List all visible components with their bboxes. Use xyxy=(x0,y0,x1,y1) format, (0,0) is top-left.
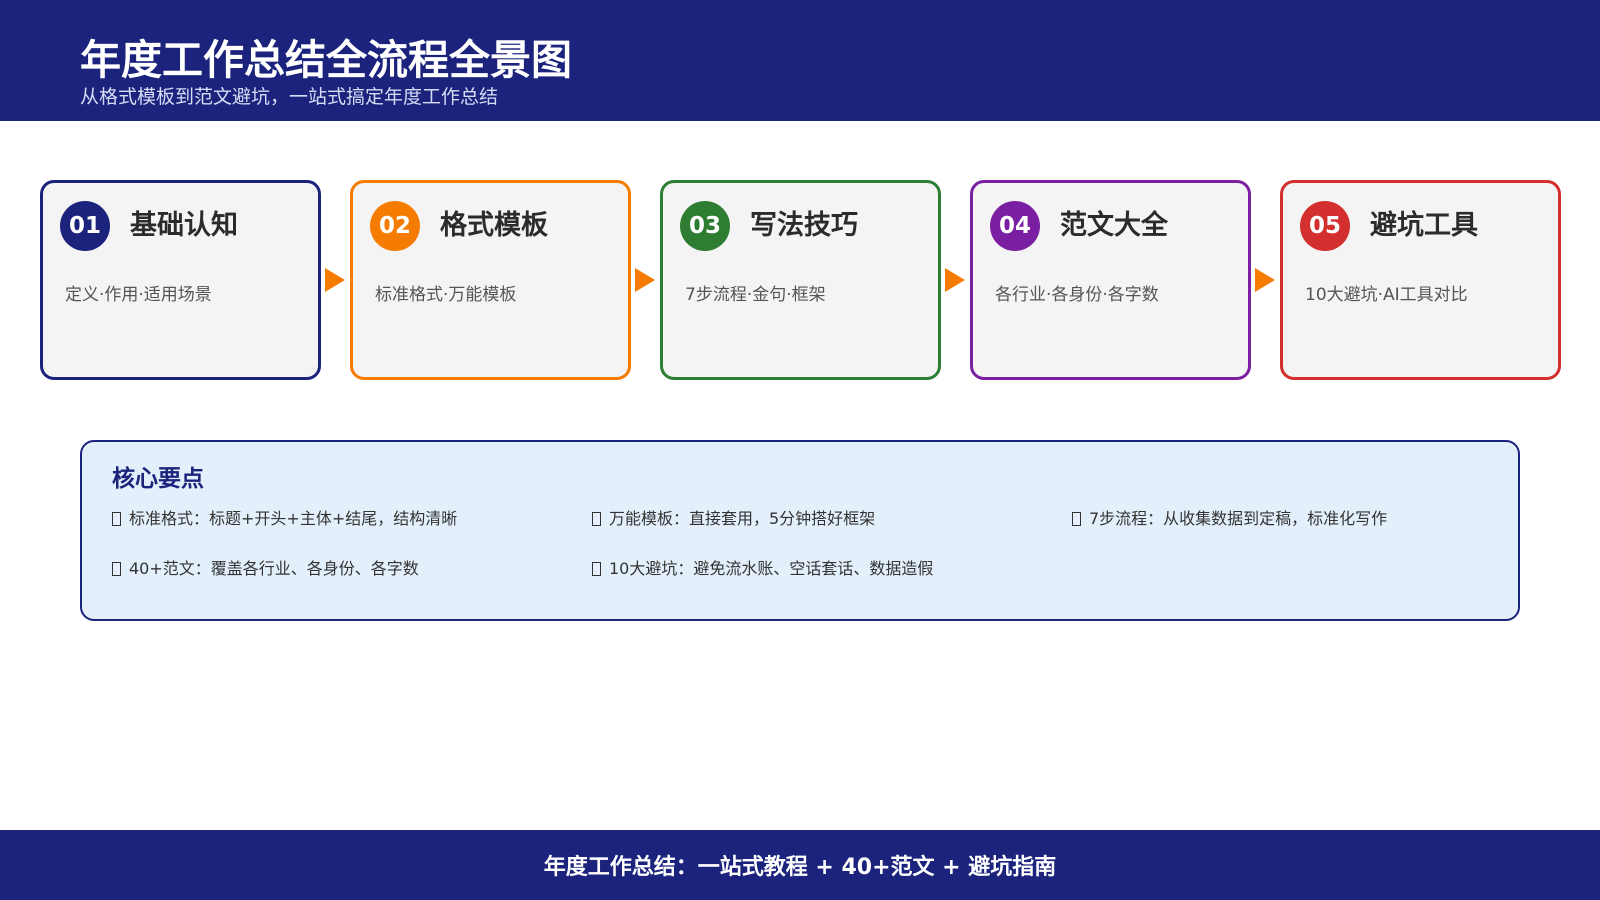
key-point-item: 10大避坑：避免流水账、空话套话、数据造假 xyxy=(592,558,933,580)
step-title: 范文大全 xyxy=(1060,210,1168,241)
step-card-4: 04 范文大全 各行业·各身份·各字数 xyxy=(970,180,1251,380)
step-description: 定义·作用·适用场景 xyxy=(65,285,212,305)
step-card-5: 05 避坑工具 10大避坑·AI工具对比 xyxy=(1280,180,1561,380)
footer-text: 年度工作总结：一站式教程 + 40+范文 + 避坑指南 xyxy=(543,855,1057,880)
footer-banner: 年度工作总结：一站式教程 + 40+范文 + 避坑指南 xyxy=(0,830,1600,900)
step-card-3: 03 写法技巧 7步流程·金句·框架 xyxy=(660,180,941,380)
step-title: 避坑工具 xyxy=(1370,210,1478,241)
step-title: 基础认知 xyxy=(130,210,238,241)
key-point-text: 40+范文：覆盖各行业、各身份、各字数 xyxy=(129,559,419,578)
step-title: 格式模板 xyxy=(440,210,548,241)
step-description: 7步流程·金句·框架 xyxy=(685,285,826,305)
step-description: 10大避坑·AI工具对比 xyxy=(1305,285,1468,305)
key-point-text: 标准格式：标题+开头+主体+结尾，结构清晰 xyxy=(129,509,458,528)
step-description: 各行业·各身份·各字数 xyxy=(995,285,1159,305)
key-point-item: 万能模板：直接套用，5分钟搭好框架 xyxy=(592,508,875,530)
checkbox-glyph-icon xyxy=(592,562,601,576)
arrow-right-icon xyxy=(945,268,965,292)
step-number-badge: 01 xyxy=(60,201,110,251)
key-points-panel: 核心要点 标准格式：标题+开头+主体+结尾，结构清晰 万能模板：直接套用，5分钟… xyxy=(80,440,1520,621)
step-number-badge: 05 xyxy=(1300,201,1350,251)
key-point-text: 万能模板：直接套用，5分钟搭好框架 xyxy=(609,509,876,528)
key-point-text: 10大避坑：避免流水账、空话套话、数据造假 xyxy=(609,559,934,578)
key-point-text: 7步流程：从收集数据到定稿，标准化写作 xyxy=(1089,509,1388,528)
page-title: 年度工作总结全流程全景图 xyxy=(80,36,572,84)
step-description: 标准格式·万能模板 xyxy=(375,285,517,305)
page: 年度工作总结全流程全景图 从格式模板到范文避坑，一站式搞定年度工作总结 01 基… xyxy=(0,0,1600,900)
checkbox-glyph-icon xyxy=(112,512,121,526)
step-flow: 01 基础认知 定义·作用·适用场景 02 格式模板 标准格式·万能模板 03 … xyxy=(40,180,1561,382)
step-card-2: 02 格式模板 标准格式·万能模板 xyxy=(350,180,631,380)
step-title: 写法技巧 xyxy=(750,210,858,241)
key-point-item: 40+范文：覆盖各行业、各身份、各字数 xyxy=(112,558,419,580)
step-card-1: 01 基础认知 定义·作用·适用场景 xyxy=(40,180,321,380)
checkbox-glyph-icon xyxy=(1072,512,1081,526)
step-number-badge: 02 xyxy=(370,201,420,251)
key-point-item: 标准格式：标题+开头+主体+结尾，结构清晰 xyxy=(112,508,457,530)
step-number-badge: 04 xyxy=(990,201,1040,251)
key-point-item: 7步流程：从收集数据到定稿，标准化写作 xyxy=(1072,508,1387,530)
arrow-right-icon xyxy=(635,268,655,292)
page-subtitle: 从格式模板到范文避坑，一站式搞定年度工作总结 xyxy=(80,86,499,108)
step-number-badge: 03 xyxy=(680,201,730,251)
checkbox-glyph-icon xyxy=(112,562,121,576)
arrow-right-icon xyxy=(325,268,345,292)
key-points-title: 核心要点 xyxy=(112,466,204,492)
checkbox-glyph-icon xyxy=(592,512,601,526)
arrow-right-icon xyxy=(1255,268,1275,292)
header-banner: 年度工作总结全流程全景图 从格式模板到范文避坑，一站式搞定年度工作总结 xyxy=(0,0,1600,121)
